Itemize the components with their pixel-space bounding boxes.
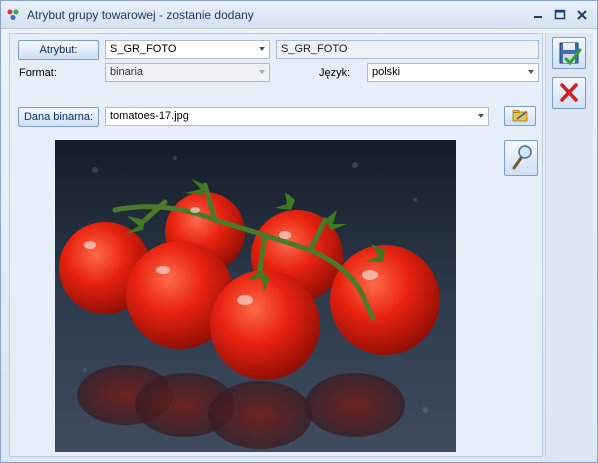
format-label: Format:: [19, 67, 57, 79]
attribute-code-select[interactable]: S_GR_FOTO: [105, 40, 270, 59]
language-label: Język:: [319, 67, 351, 79]
edit-file-button[interactable]: [504, 106, 536, 126]
window-title: Atrybut grupy towarowej - zostanie dodan…: [27, 8, 254, 22]
format-select: binaria: [105, 63, 270, 82]
chevron-down-icon: [259, 70, 265, 74]
cancel-button[interactable]: [552, 77, 586, 109]
app-icon: [7, 9, 19, 20]
binary-image-preview: [55, 140, 456, 452]
save-button[interactable]: [552, 37, 586, 69]
magnifier-icon: [512, 145, 532, 170]
binary-data-button[interactable]: Dana binarna:: [18, 107, 99, 127]
format-value: binaria: [110, 66, 144, 78]
binary-file-value: tomatoes-17.jpg: [110, 110, 189, 122]
form-panel: Atrybut: S_GR_FOTO S_GR_FOTO Format: bin…: [9, 33, 543, 457]
minimize-icon[interactable]: [529, 6, 547, 24]
tomatoes-photo: [55, 140, 456, 452]
attribute-button[interactable]: Atrybut:: [18, 40, 99, 60]
folder-edit-icon: [512, 110, 528, 122]
attribute-code-value: S_GR_FOTO: [110, 43, 177, 55]
title-bar: Atrybut grupy towarowej - zostanie dodan…: [1, 1, 597, 29]
action-sidebar: [545, 33, 593, 457]
language-select[interactable]: polski: [367, 63, 539, 82]
maximize-icon[interactable]: [551, 6, 569, 24]
attribute-name-field: S_GR_FOTO: [276, 40, 539, 59]
chevron-down-icon: [528, 70, 534, 74]
chevron-down-icon: [478, 114, 484, 118]
dialog-window: Atrybut grupy towarowej - zostanie dodan…: [0, 0, 598, 463]
close-icon[interactable]: [573, 6, 591, 24]
preview-button[interactable]: [504, 140, 538, 176]
cancel-icon: [560, 83, 578, 102]
chevron-down-icon: [259, 47, 265, 51]
binary-file-select[interactable]: tomatoes-17.jpg: [105, 107, 489, 126]
language-value: polski: [372, 66, 401, 78]
save-icon: [559, 42, 582, 66]
